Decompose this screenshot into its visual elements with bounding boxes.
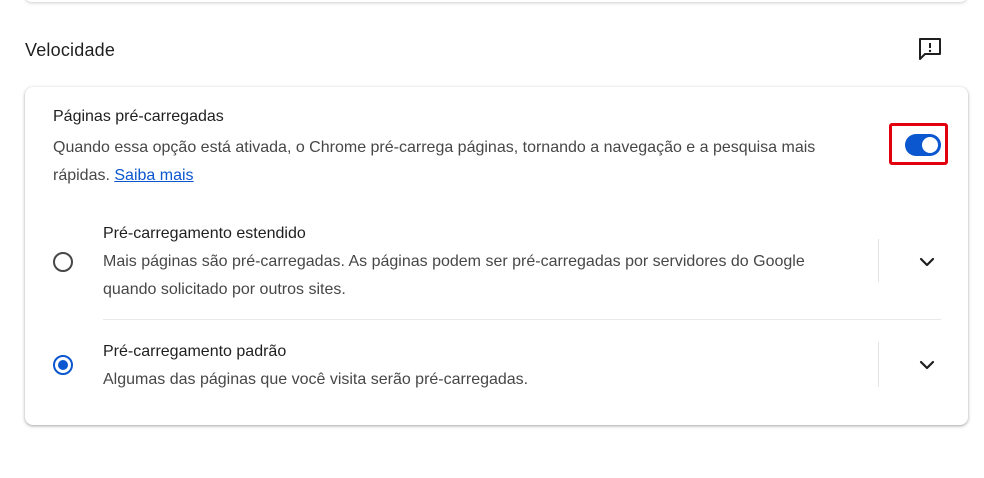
preload-settings-card: Páginas pré-carregadas Quando essa opção… — [25, 87, 968, 425]
learn-more-link[interactable]: Saiba mais — [114, 167, 193, 184]
chevron-down-icon[interactable] — [912, 247, 942, 277]
feedback-icon[interactable] — [916, 35, 944, 63]
divider — [878, 239, 879, 282]
preload-description: Quando essa opção está ativada, o Chrome… — [53, 134, 868, 190]
previous-card-edge — [24, 0, 968, 2]
toggle-knob — [922, 137, 938, 153]
preload-toggle[interactable] — [905, 134, 941, 156]
standard-preload-description: Algumas das páginas que você visita serã… — [103, 371, 529, 388]
extended-preload-description: Mais páginas são pré-carregadas. As pági… — [103, 253, 805, 298]
section-title: Velocidade — [25, 40, 116, 60]
standard-preload-radio[interactable] — [53, 355, 73, 375]
chevron-down-icon[interactable] — [912, 350, 942, 380]
standard-preload-title: Pré-carregamento padrão — [103, 343, 287, 360]
options-divider — [103, 319, 941, 320]
extended-preload-radio[interactable] — [53, 252, 73, 272]
preload-title: Páginas pré-carregadas — [53, 108, 224, 125]
extended-preload-title: Pré-carregamento estendido — [103, 225, 306, 242]
divider — [878, 342, 879, 387]
